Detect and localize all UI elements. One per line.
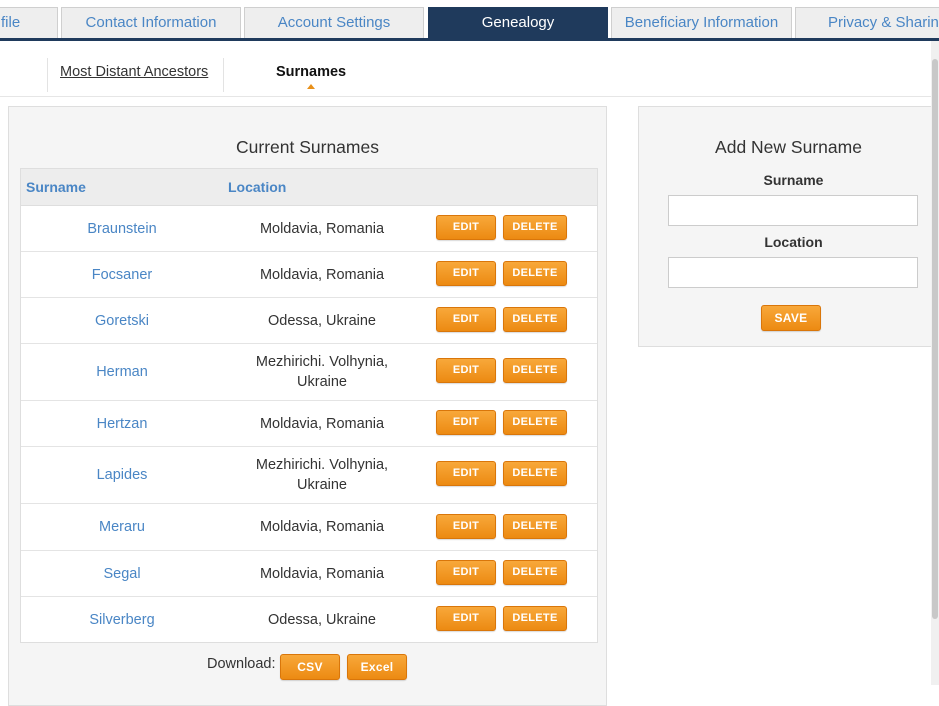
column-header-location[interactable]: Location (228, 179, 286, 195)
location-cell: Moldavia, Romania (223, 401, 421, 446)
surname-link[interactable]: Goretski (21, 298, 223, 343)
table-row: Goretski Odessa, Ukraine EDIT DELETE (21, 298, 597, 344)
table-row: Silverberg Odessa, Ukraine EDIT DELETE (21, 597, 597, 642)
tab-account-settings[interactable]: Account Settings (244, 7, 424, 38)
location-cell: Moldavia, Romania (223, 206, 421, 251)
download-excel-button[interactable]: Excel (347, 654, 407, 680)
table-row: Herman Mezhirichi. Volhynia, Ukraine EDI… (21, 344, 597, 401)
edit-button[interactable]: EDIT (436, 358, 496, 383)
surname-link[interactable]: Herman (21, 344, 223, 400)
table-row: Braunstein Moldavia, Romania EDIT DELETE (21, 206, 597, 252)
subtab-divider (223, 58, 224, 92)
surname-link[interactable]: Silverberg (21, 597, 223, 642)
top-tab-bar: file Contact Information Account Setting… (0, 0, 939, 42)
delete-button[interactable]: DELETE (503, 461, 567, 486)
delete-button[interactable]: DELETE (503, 606, 567, 631)
current-surnames-title: Current Surnames (236, 137, 379, 157)
download-label: Download: (207, 656, 276, 672)
surname-link[interactable]: Meraru (21, 504, 223, 550)
delete-button[interactable]: DELETE (503, 358, 567, 383)
delete-button[interactable]: DELETE (503, 307, 567, 332)
subtab-divider (47, 58, 48, 92)
location-text: Mezhirichi. Volhynia, Ukraine (255, 354, 389, 390)
tab-contact-information[interactable]: Contact Information (61, 7, 241, 38)
tab-genealogy[interactable]: Genealogy (428, 7, 608, 38)
edit-button[interactable]: EDIT (436, 307, 496, 332)
location-text: Moldavia, Romania (259, 220, 385, 237)
location-field-label: Location (764, 234, 823, 250)
location-text: Moldavia, Romania (259, 565, 385, 582)
delete-button[interactable]: DELETE (503, 560, 567, 585)
edit-button[interactable]: EDIT (436, 514, 496, 539)
surname-link[interactable]: Lapides (21, 447, 223, 503)
delete-button[interactable]: DELETE (503, 514, 567, 539)
save-button[interactable]: SAVE (761, 305, 821, 331)
surname-input[interactable] (668, 195, 918, 226)
location-cell: Moldavia, Romania (223, 551, 421, 596)
edit-button[interactable]: EDIT (436, 261, 496, 286)
download-csv-button[interactable]: CSV (280, 654, 340, 680)
genealogy-subtabs: Most Distant Ancestors Surnames (0, 56, 939, 97)
surname-link[interactable]: Focsaner (21, 252, 223, 297)
column-header-surname[interactable]: Surname (26, 179, 86, 195)
location-text: Moldavia, Romania (259, 266, 385, 283)
tab-privacy-sharing[interactable]: Privacy & Sharin (795, 7, 939, 38)
tab-profile[interactable]: file (0, 7, 58, 38)
edit-button[interactable]: EDIT (436, 606, 496, 631)
edit-button[interactable]: EDIT (436, 410, 496, 435)
tab-bar-underline (0, 38, 939, 41)
location-cell: Odessa, Ukraine (223, 597, 421, 642)
table-row: Meraru Moldavia, Romania EDIT DELETE (21, 504, 597, 551)
location-text: Odessa, Ukraine (268, 611, 376, 628)
surname-link[interactable]: Hertzan (21, 401, 223, 446)
subtab-surnames[interactable]: Surnames (276, 64, 346, 80)
location-cell: Odessa, Ukraine (223, 298, 421, 343)
current-surnames-panel: Current Surnames Surname Location Brauns… (8, 106, 607, 706)
add-surname-title: Add New Surname (715, 137, 862, 157)
location-text: Mezhirichi. Volhynia, Ukraine (255, 457, 389, 493)
table-row: Segal Moldavia, Romania EDIT DELETE (21, 551, 597, 597)
location-cell: Mezhirichi. Volhynia, Ukraine (223, 447, 421, 503)
delete-button[interactable]: DELETE (503, 215, 567, 240)
location-text: Moldavia, Romania (259, 519, 385, 535)
active-subtab-caret-icon (307, 84, 315, 89)
edit-button[interactable]: EDIT (436, 215, 496, 240)
delete-button[interactable]: DELETE (503, 261, 567, 286)
edit-button[interactable]: EDIT (436, 560, 496, 585)
location-cell: Mezhirichi. Volhynia, Ukraine (223, 344, 421, 400)
table-header: Surname Location (21, 169, 597, 206)
location-text: Moldavia, Romania (259, 415, 385, 432)
subtab-most-distant-ancestors[interactable]: Most Distant Ancestors (60, 64, 208, 80)
table-row: Focsaner Moldavia, Romania EDIT DELETE (21, 252, 597, 298)
table-row: Lapides Mezhirichi. Volhynia, Ukraine ED… (21, 447, 597, 504)
location-text: Odessa, Ukraine (268, 312, 376, 329)
table-row: Hertzan Moldavia, Romania EDIT DELETE (21, 401, 597, 447)
tab-beneficiary-information[interactable]: Beneficiary Information (611, 7, 792, 38)
delete-button[interactable]: DELETE (503, 410, 567, 435)
location-cell: Moldavia, Romania (223, 504, 421, 550)
scrollbar-thumb[interactable] (932, 59, 938, 619)
surname-link[interactable]: Braunstein (21, 206, 223, 251)
surname-link[interactable]: Segal (21, 551, 223, 596)
page-scrollbar[interactable] (931, 41, 939, 685)
location-input[interactable] (668, 257, 918, 288)
add-surname-panel: Add New Surname Surname Location SAVE (638, 106, 939, 347)
surnames-table: Surname Location Braunstein Moldavia, Ro… (20, 168, 598, 643)
edit-button[interactable]: EDIT (436, 461, 496, 486)
surname-field-label: Surname (763, 172, 824, 188)
location-cell: Moldavia, Romania (223, 252, 421, 297)
